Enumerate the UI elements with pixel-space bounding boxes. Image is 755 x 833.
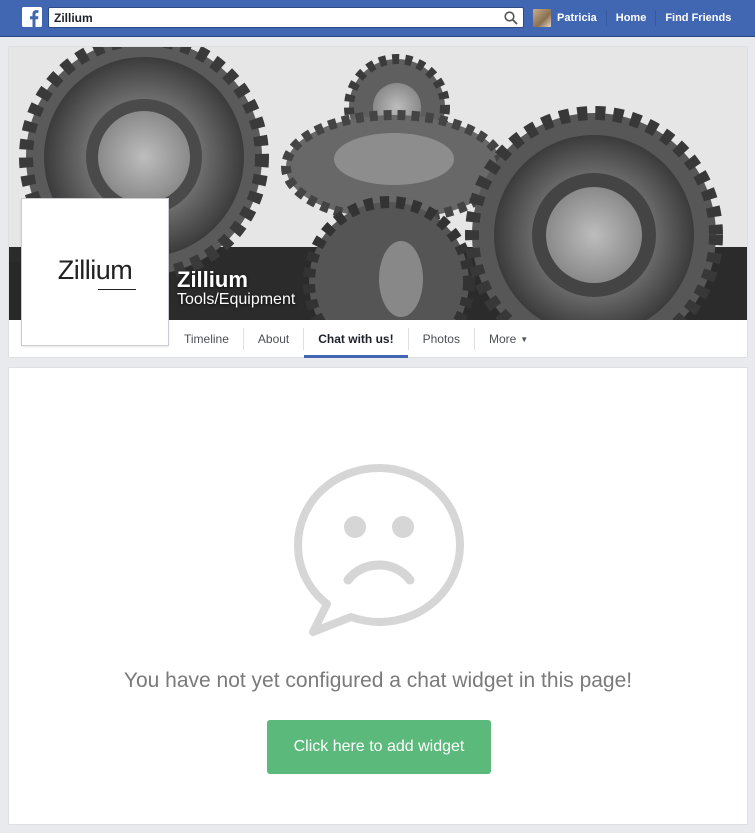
top-navigation-bar: Patricia Home Find Friends [0,0,755,37]
profile-picture[interactable]: Zillium [21,198,169,346]
profile-link[interactable]: Patricia [557,9,606,27]
search-input[interactable] [49,8,494,27]
tab-more[interactable]: More ▼ [475,320,542,358]
page-category[interactable]: Tools/Equipment [177,291,295,309]
home-link[interactable]: Home [607,9,656,27]
add-widget-button[interactable]: Click here to add widget [267,720,491,774]
tab-chat-with-us[interactable]: Chat with us! [304,320,408,358]
tab-photos[interactable]: Photos [409,320,474,358]
caret-down-icon: ▼ [520,335,529,344]
tab-more-label: More [488,332,517,346]
search-box [48,7,524,28]
page-header-card: Zillium Tools/Equipment Zillium Timeline… [8,46,748,358]
facebook-logo-icon[interactable] [22,7,42,27]
find-friends-link[interactable]: Find Friends [656,9,740,27]
tab-about[interactable]: About [244,320,303,358]
tab-timeline[interactable]: Timeline [170,320,243,358]
sad-chat-bubble-icon [294,464,464,636]
logo-underline [98,289,136,290]
page-tabs: Timeline About Chat with us! Photos More… [170,320,542,358]
profile-logo-text: Zillium [57,255,133,285]
top-nav-links: Patricia Home Find Friends [533,9,740,27]
chat-widget-panel: You have not yet configured a chat widge… [8,367,748,825]
empty-state-message: You have not yet configured a chat widge… [123,669,633,692]
page-name[interactable]: Zillium [177,267,248,293]
avatar[interactable] [533,9,551,27]
search-icon[interactable] [504,11,518,25]
